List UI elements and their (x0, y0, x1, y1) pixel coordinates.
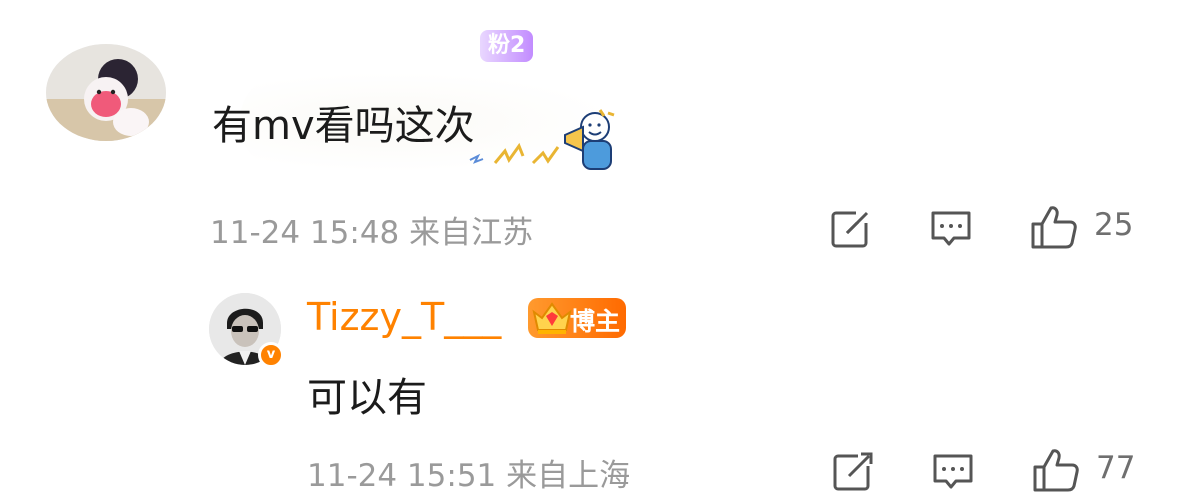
comment-meta: 11-24 15:48 来自江苏 (210, 215, 534, 251)
commenter-avatar[interactable] (46, 44, 166, 141)
comment-icon[interactable] (932, 451, 974, 493)
share-icon[interactable] (830, 207, 872, 249)
like-count: 77 (1096, 450, 1136, 486)
reply-username[interactable]: Tizzy_T___ (307, 295, 501, 339)
thumbs-up-icon[interactable] (1032, 447, 1080, 493)
comment-icon[interactable] (930, 208, 972, 250)
thumbs-up-icon[interactable] (1030, 204, 1078, 250)
verified-badge: v (258, 342, 284, 368)
fan-level-badge: 粉2 (480, 30, 534, 62)
reply-text: 可以有 (307, 375, 427, 421)
reply-meta: 11-24 15:51 来自上海 (307, 458, 631, 494)
share-icon[interactable] (832, 450, 874, 492)
crown-gem-icon (532, 302, 572, 334)
commenter-username[interactable] (224, 22, 524, 60)
megaphone-sticker-icon (469, 109, 615, 170)
like-count: 25 (1094, 207, 1134, 243)
comment-text: 有mv看吗这次 (212, 103, 475, 149)
avatar-illustration (46, 44, 166, 141)
host-badge-label: 博主 (570, 307, 621, 336)
